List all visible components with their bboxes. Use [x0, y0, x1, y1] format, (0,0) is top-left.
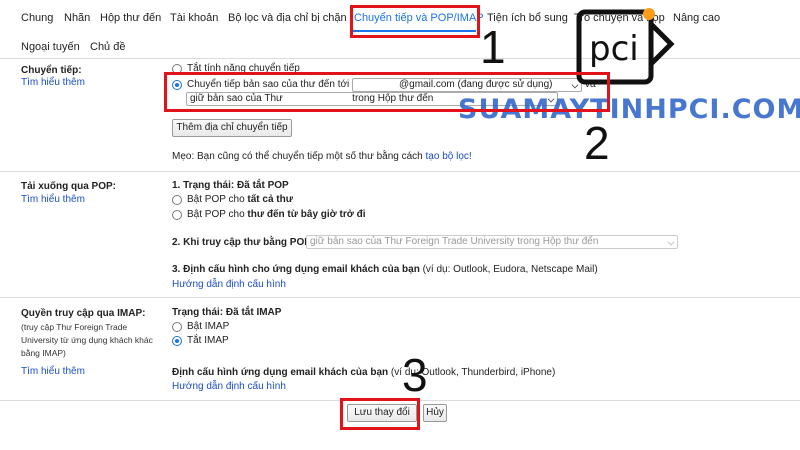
imap-note: (truy cập Thư Foreign Trade University t…: [21, 321, 171, 360]
imap-off-radio[interactable]: [172, 336, 182, 346]
imap-on-label: Bật IMAP: [187, 321, 230, 332]
forwarding-learn-more-link[interactable]: Tìm hiểu thêm: [21, 77, 85, 88]
section-divider: [0, 297, 800, 298]
imap-config-bold: Định cấu hình ứng dụng email khách của b…: [172, 367, 389, 378]
pop-step2-label: 2. Khi truy cập thư bằng POP: [172, 237, 311, 248]
pop-now-label: Bật POP cho thư đến từ bây giờ trở đi: [187, 209, 366, 220]
cancel-button[interactable]: Hủy: [423, 404, 447, 422]
chevron-down-icon: [667, 238, 675, 246]
tab-advanced[interactable]: Nâng cao: [673, 12, 720, 24]
tab-offline[interactable]: Ngoại tuyến: [21, 41, 80, 53]
imap-on-radio[interactable]: [172, 322, 182, 332]
pop-step3-rest: (ví dụ: Outlook, Eudora, Netscape Mail): [419, 264, 598, 275]
pop-now-prefix: Bật POP cho: [187, 209, 248, 220]
pop-label: Tải xuống qua POP:: [21, 181, 117, 192]
pop-learn-more-link[interactable]: Tìm hiểu thêm: [21, 194, 85, 205]
imap-label: Quyền truy cập qua IMAP:: [21, 308, 146, 319]
callout-number-2: 2: [584, 117, 610, 169]
callout-number-3: 3: [402, 349, 428, 401]
imap-learn-more-link[interactable]: Tìm hiểu thêm: [21, 366, 85, 377]
callout-number-1: 1: [480, 21, 506, 73]
pop-all-label: Bật POP cho tất cả thư: [187, 194, 293, 205]
section-divider: [0, 171, 800, 172]
tab-filters[interactable]: Bộ lọc và địa chỉ bị chặn: [228, 12, 347, 24]
imap-status: Trạng thái: Đã tắt IMAP: [172, 307, 282, 318]
pop-now-bold: thư đến từ bây giờ trở đi: [247, 209, 366, 220]
imap-config: Định cấu hình ứng dụng email khách của b…: [172, 367, 555, 378]
highlight-box-save: [340, 398, 420, 430]
tab-inbox[interactable]: Hộp thư đến: [100, 12, 161, 24]
tab-general[interactable]: Chung: [21, 12, 53, 24]
highlight-box-tab: [350, 5, 480, 38]
imap-note-line: (truy cập Thư Foreign Trade: [21, 322, 128, 332]
tip-text: Mẹo: Bạn cũng có thể chuyển tiếp một số …: [172, 151, 426, 162]
imap-note-line: bằng IMAP): [21, 348, 66, 358]
imap-config-link[interactable]: Hướng dẫn định cấu hình: [172, 381, 286, 392]
tabs-divider: [0, 58, 800, 59]
forwarding-tip: Mẹo: Bạn cũng có thể chuyển tiếp một số …: [172, 151, 472, 162]
highlight-box-forwarding: [164, 72, 610, 112]
pop-now-radio[interactable]: [172, 210, 182, 220]
pop-config-link[interactable]: Hướng dẫn định cấu hình: [172, 279, 286, 290]
tab-themes[interactable]: Chủ đề: [90, 41, 125, 53]
tab-labels[interactable]: Nhãn: [64, 12, 90, 24]
svg-text:pci: pci: [589, 29, 639, 69]
add-forwarding-address-button[interactable]: Thêm địa chỉ chuyển tiếp: [172, 119, 292, 137]
forwarding-label: Chuyển tiếp:: [21, 65, 82, 76]
pop-all-prefix: Bật POP cho: [187, 194, 248, 205]
pop-all-bold: tất cả thư: [247, 194, 293, 205]
pop-action-select[interactable]: giữ bản sao của Thư Foreign Trade Univer…: [306, 235, 678, 249]
create-filter-link[interactable]: tạo bộ lọc!: [426, 151, 472, 162]
pop-action-value: giữ bản sao của Thư Foreign Trade Univer…: [310, 236, 599, 247]
pop-status: 1. Trạng thái: Đã tắt POP: [172, 180, 289, 191]
pop-all-radio[interactable]: [172, 195, 182, 205]
pop-step3: 3. Định cấu hình cho ứng dụng email khác…: [172, 264, 598, 275]
imap-off-label: Tắt IMAP: [187, 335, 229, 346]
pop-step3-bold: 3. Định cấu hình cho ứng dụng email khác…: [172, 264, 420, 275]
imap-note-line: University từ ứng dụng khách khác: [21, 335, 153, 345]
tab-accounts[interactable]: Tài khoản: [170, 12, 218, 24]
